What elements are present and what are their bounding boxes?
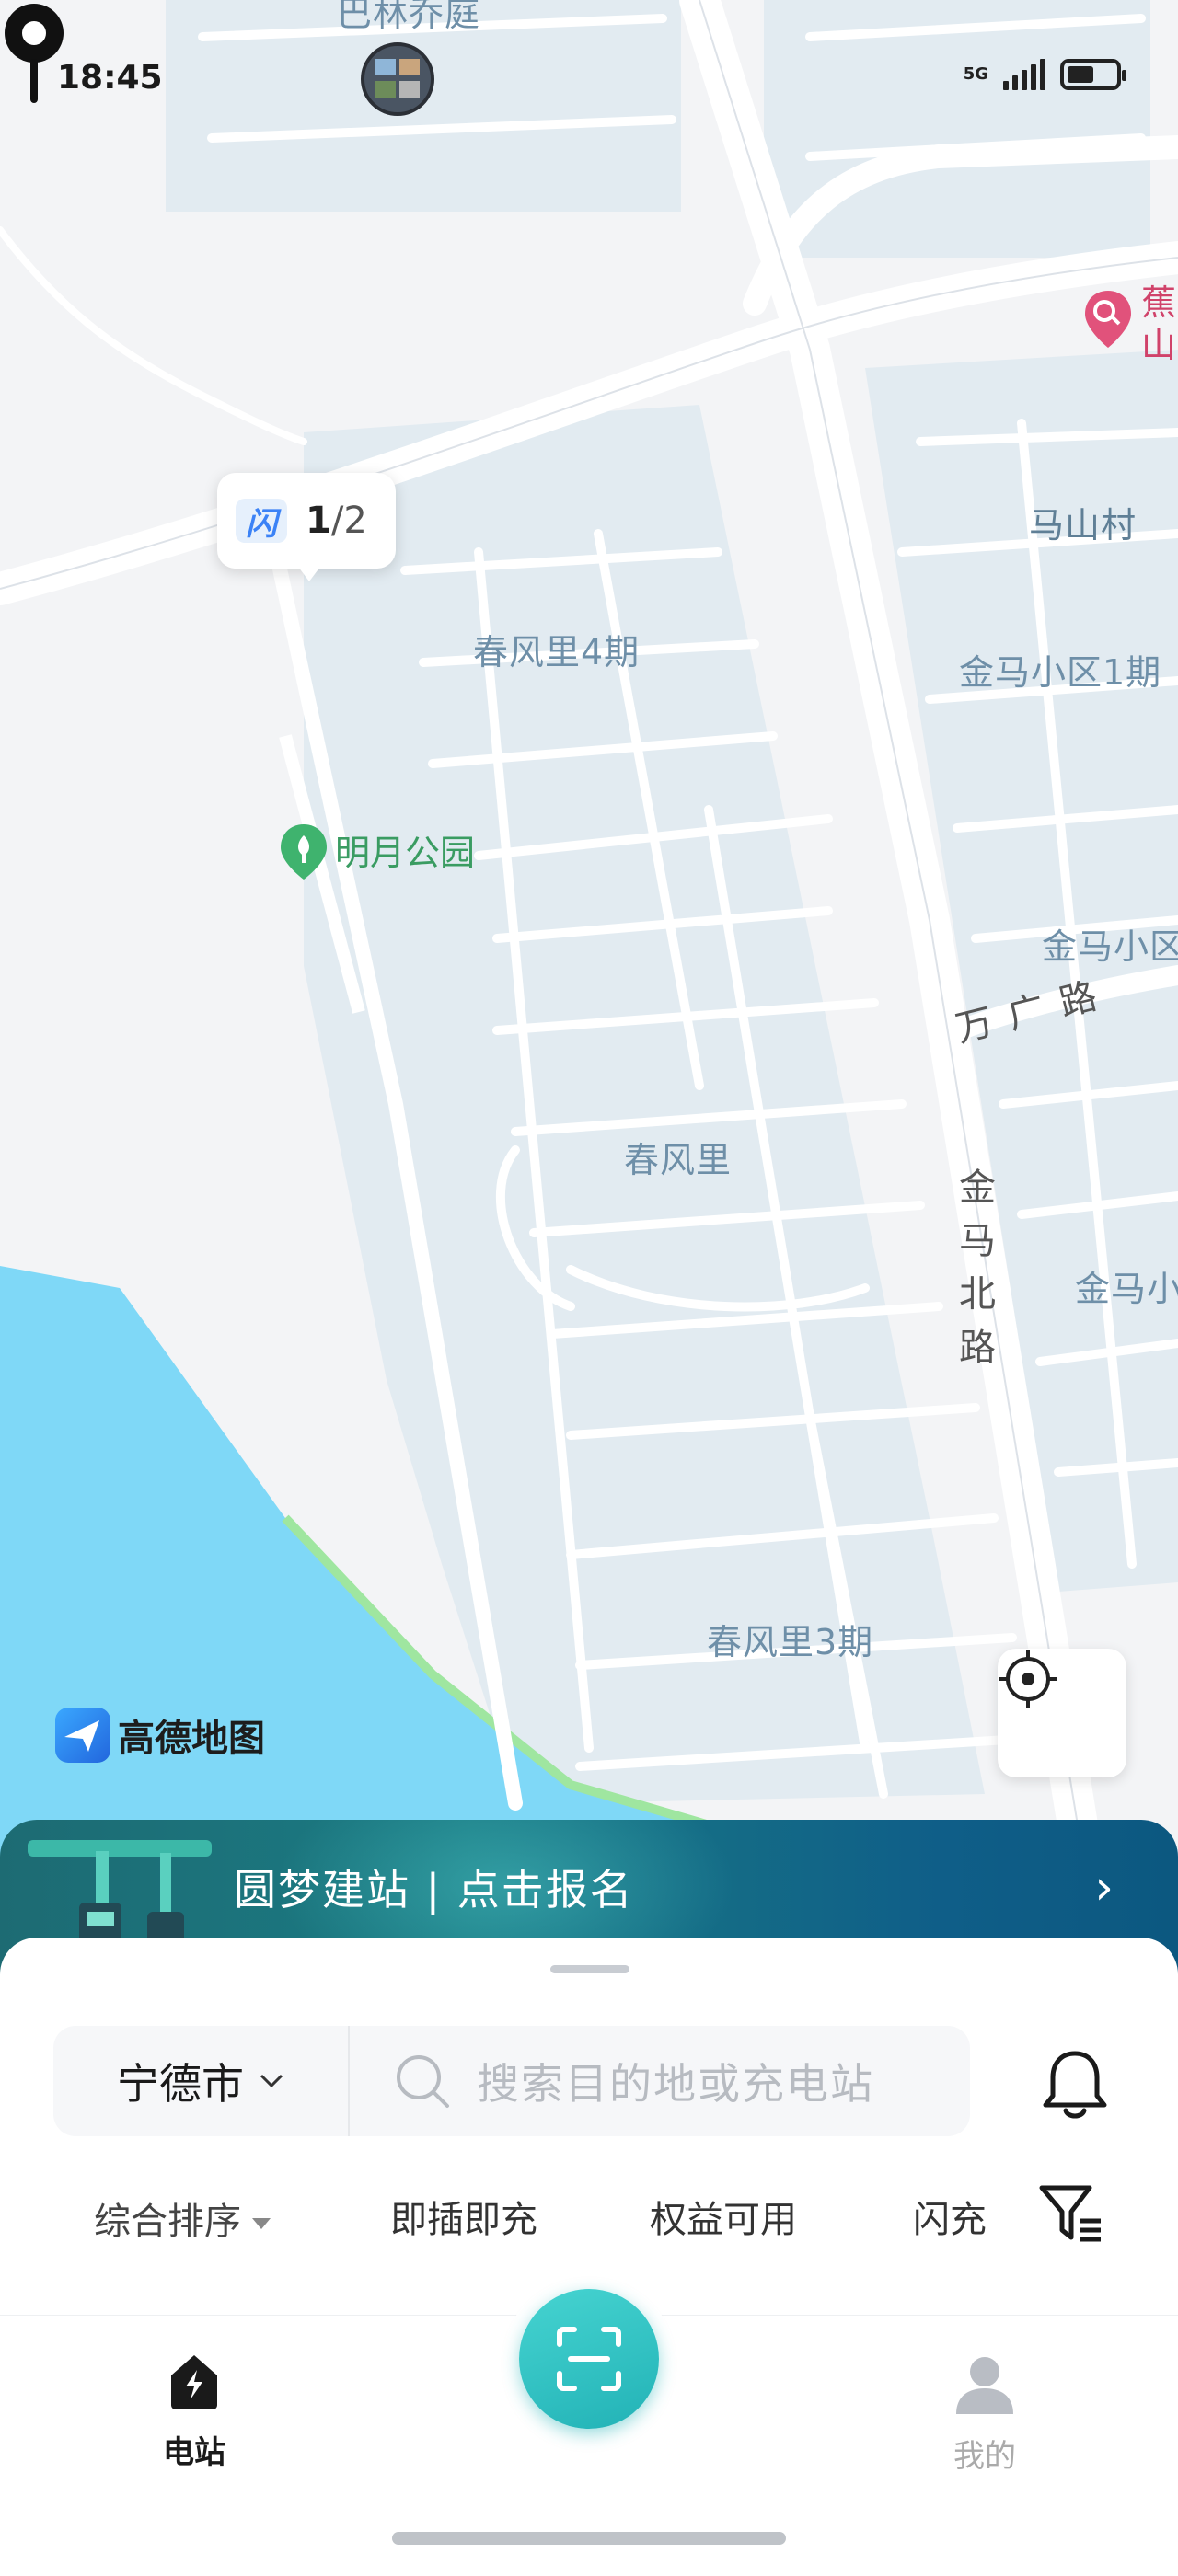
tab-mine[interactable]: 我的 [920,2352,1049,2476]
park-icon [281,824,327,880]
locate-button[interactable] [998,1649,1126,1777]
amap-logo: 高德地图 [55,1708,265,1763]
filter-icon[interactable] [1038,2182,1104,2247]
station-brand-icon: 闪 [236,499,287,543]
hospital-icon [1085,291,1131,348]
map-label-mashan: 马山村 [1029,505,1138,546]
map-label-jinma-2: 金马小 [1075,1269,1178,1309]
hospital-label: 蕉山 [1141,282,1177,365]
scan-button[interactable] [519,2289,659,2429]
signal-icon [1003,59,1045,90]
cluster-count: 1/2 [306,500,367,542]
city-name: 宁德市 [117,2059,244,2109]
sort-dropdown[interactable]: 综合排序 [94,2191,271,2245]
city-selector[interactable]: 宁德市 [53,2026,348,2136]
amap-logo-icon [55,1708,110,1763]
person-icon [956,2357,1013,2414]
tab-station[interactable]: 电站 [130,2352,259,2472]
bell-icon[interactable] [1040,2048,1110,2122]
chevron-down-icon [260,2074,283,2088]
home-indicator [392,2532,786,2545]
filter-benefits[interactable]: 权益可用 [650,2190,797,2243]
crosshair-icon [999,1650,1057,1708]
station-icon [171,2355,217,2409]
map-label-chunfengli-4: 春风里4期 [473,632,641,673]
caret-down-icon [252,2218,271,2229]
scan-icon [557,2327,621,2391]
filter-flash-charge[interactable]: 闪充 [913,2190,987,2243]
network-label: 5G [963,64,988,84]
status-time: 18:45 [57,59,163,97]
battery-icon [1060,59,1126,90]
map-canvas [0,0,1178,1932]
tab-station-label: 电站 [163,2434,225,2471]
avatar[interactable] [361,42,434,116]
map-view[interactable]: 巴林乔庭 春风里4期 春风里 春风里3期 马山村 金马小区1期 金马小区 金马小… [0,0,1178,1932]
road-label-jinma-north: 金马北路 [959,1167,996,1369]
amap-logo-text: 高德地图 [118,1718,265,1760]
park-label: 明月公园 [335,833,476,873]
status-icons: 5G [963,59,1126,90]
search-placeholder: 搜索目的地或充电站 [477,2059,874,2109]
sort-label: 综合排序 [94,2201,241,2243]
map-label-jinma-1: 金马小区1期 [959,652,1162,693]
station-cluster-marker[interactable]: 闪 1/2 [217,473,396,581]
map-label-chunfengli-3: 春风里3期 [707,1622,874,1662]
map-label-chunfengli: 春风里 [624,1140,733,1180]
filter-instant-charge[interactable]: 即插即充 [390,2190,537,2243]
map-label-jinma: 金马小区 [1042,926,1178,967]
map-label-north: 巴林乔庭 [337,0,481,34]
sheet-handle[interactable] [550,1965,629,1973]
tab-mine-label: 我的 [953,2438,1016,2475]
search-icon [397,2055,449,2108]
search-input[interactable]: 搜索目的地或充电站 [350,2026,970,2136]
chevron-right-icon: › [1094,1860,1114,1915]
location-pin-icon [5,4,64,103]
banner-text: 圆梦建站 | 点击报名 [234,1865,634,1915]
